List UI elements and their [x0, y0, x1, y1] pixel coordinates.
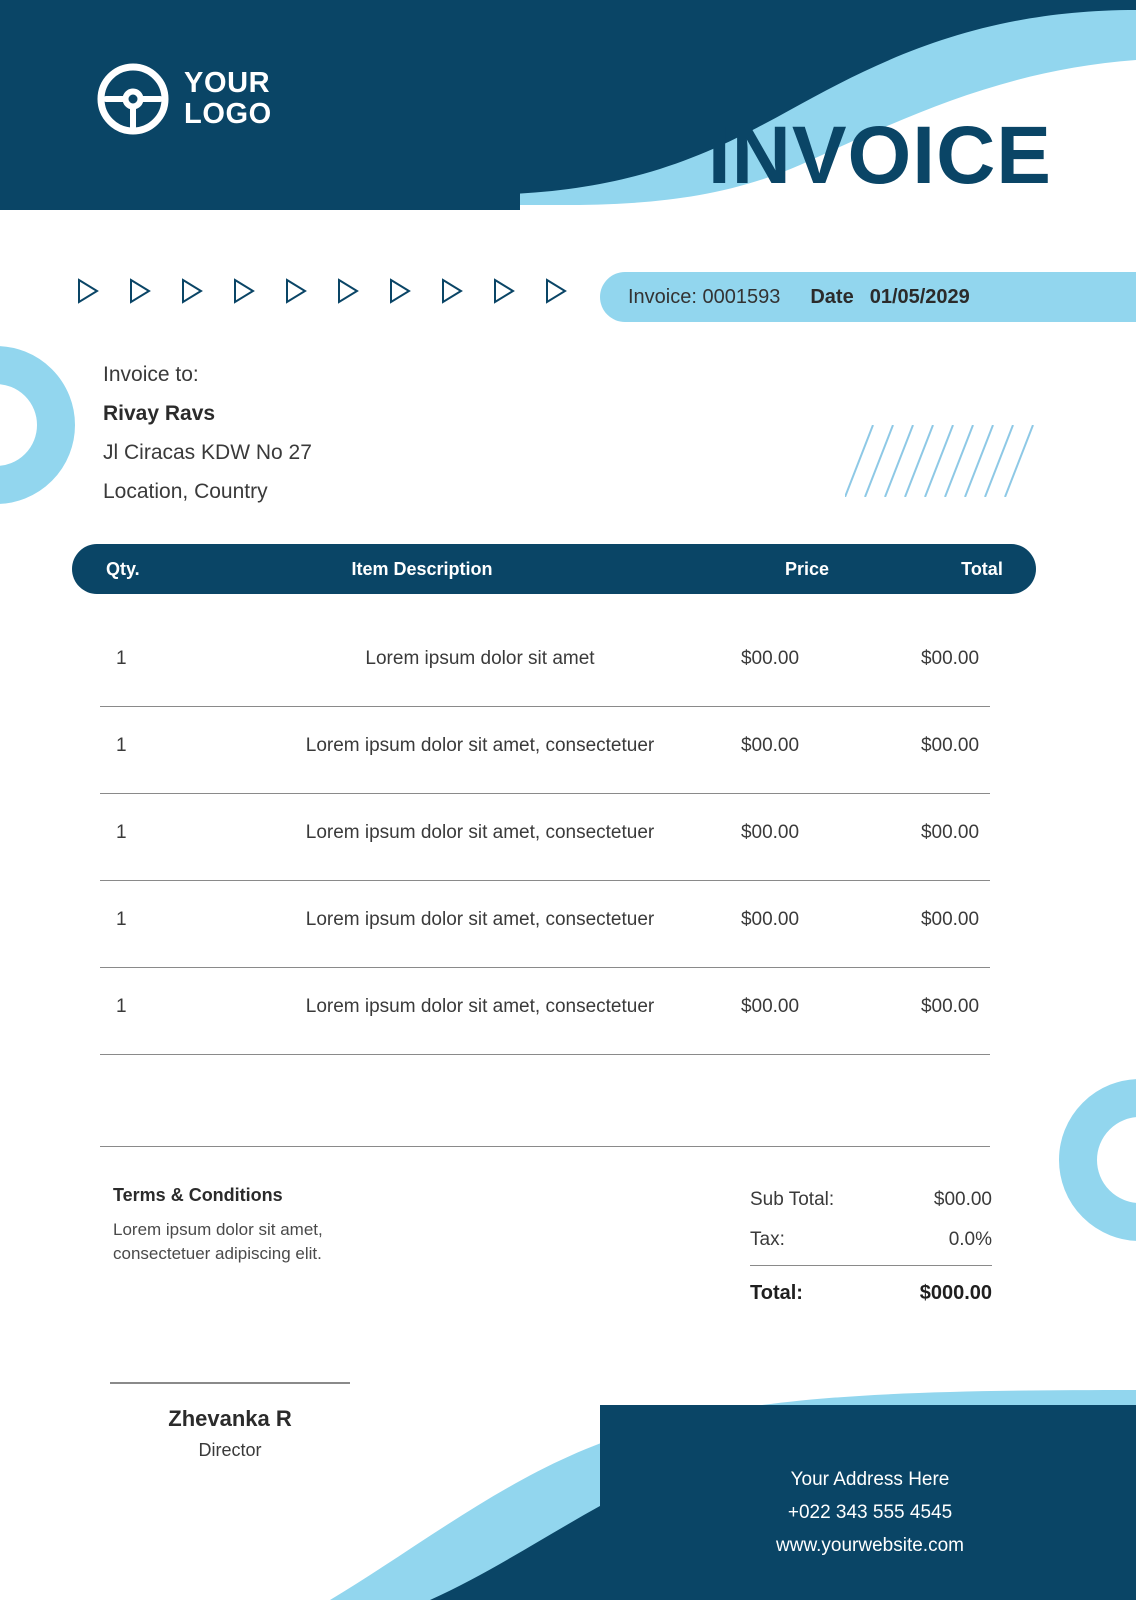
page-title: INVOICE — [707, 110, 1052, 201]
bill-to-address-2: Location, Country — [103, 480, 268, 503]
cell-price: $00.00 — [740, 909, 800, 930]
bill-to-address-1: Jl Ciracas KDW No 27 — [103, 441, 312, 464]
donut-ring-icon-left — [0, 346, 75, 504]
footer-phone: +022 343 555 4545 — [787, 1502, 953, 1523]
donut-ring-icon-right — [1059, 1079, 1136, 1241]
column-header-total: Total — [961, 559, 1003, 579]
cell-total: $00.00 — [920, 822, 980, 843]
bill-to-name: Rivay Ravs — [103, 402, 216, 425]
play-triangle-icon — [546, 278, 567, 304]
logo-line-2: LOGO — [184, 98, 272, 130]
subtotal-row: Sub Total: $00.00 — [750, 1185, 992, 1225]
invoice-page: YOUR LOGO INVOICE Invoice: 0001593 Date … — [0, 0, 1136, 1600]
terms-title: Terms & Conditions — [113, 1185, 283, 1205]
logo-text: YOUR LOGO — [184, 68, 272, 130]
table-row: 1 Lorem ipsum dolor sit amet, consectetu… — [100, 794, 990, 881]
subtotal-value: $00.00 — [933, 1189, 992, 1210]
tax-row: Tax: 0.0% — [750, 1225, 992, 1265]
logo: YOUR LOGO — [96, 62, 272, 136]
tax-label: Tax: — [750, 1229, 785, 1250]
cell-qty: 1 — [116, 648, 127, 669]
cell-qty: 1 — [116, 909, 127, 930]
date-label: Date — [810, 285, 854, 308]
column-header-description: Item Description — [351, 559, 493, 579]
table-header: Qty. Item Description Price Total — [72, 544, 1036, 594]
table-row: 1 Lorem ipsum dolor sit amet, consectetu… — [100, 968, 990, 1055]
steering-wheel-icon — [97, 63, 169, 135]
footer-website[interactable]: www.yourwebsite.com — [670, 1529, 1070, 1562]
footer-address: Your Address Here — [790, 1469, 950, 1490]
play-triangle-icon — [494, 278, 515, 304]
grand-total-row: Total: $000.00 — [750, 1265, 992, 1319]
table-body: 1 Lorem ipsum dolor sit amet $00.00 $00.… — [100, 620, 990, 1147]
table-row: 1 Lorem ipsum dolor sit amet, consectetu… — [100, 707, 990, 794]
table-row: 1 Lorem ipsum dolor sit amet, consectetu… — [100, 881, 990, 968]
play-triangle-icon — [182, 278, 203, 304]
cell-total: $00.00 — [920, 909, 980, 930]
bill-to-heading: Invoice to: — [103, 363, 199, 386]
invoice-meta-banner: Invoice: 0001593 Date 01/05/2029 — [600, 272, 1136, 322]
bill-to-block: Invoice to: Rivay Ravs Jl Ciracas KDW No… — [103, 355, 312, 511]
footer-contact: Your Address Here +022 343 555 4545 www.… — [670, 1463, 1070, 1562]
grand-total-value: $000.00 — [919, 1282, 992, 1304]
play-triangle-icon — [130, 278, 151, 304]
tax-value: 0.0% — [948, 1229, 992, 1250]
terms-line-1: Lorem ipsum dolor sit amet, — [113, 1220, 323, 1239]
terms-and-conditions: Terms & Conditions Lorem ipsum dolor sit… — [113, 1185, 593, 1266]
cell-total: $00.00 — [920, 648, 980, 669]
date-value: 01/05/2029 — [869, 285, 970, 308]
terms-line-2: consectetuer adipiscing elit. — [113, 1244, 322, 1263]
cell-qty: 1 — [116, 822, 127, 843]
table-empty-row — [100, 1055, 990, 1147]
play-triangle-icon — [234, 278, 255, 304]
grand-total-label: Total: — [750, 1282, 803, 1304]
logo-line-1: YOUR — [184, 67, 271, 99]
play-triangle-icon — [286, 278, 307, 304]
play-triangle-icon — [442, 278, 463, 304]
cell-total: $00.00 — [920, 996, 980, 1017]
play-triangle-icon — [338, 278, 359, 304]
table-row: 1 Lorem ipsum dolor sit amet $00.00 $00.… — [100, 620, 990, 707]
triangle-decoration-row — [76, 278, 568, 304]
invoice-number: Invoice: 0001593 — [628, 285, 781, 308]
cell-qty: 1 — [116, 996, 127, 1017]
invoice-date-group: Date 01/05/2029 — [810, 286, 969, 309]
play-triangle-icon — [390, 278, 411, 304]
cell-qty: 1 — [116, 735, 127, 756]
cell-price: $00.00 — [740, 822, 800, 843]
diagonal-stripes-icon — [845, 425, 1034, 497]
cell-price: $00.00 — [740, 735, 800, 756]
cell-price: $00.00 — [740, 996, 800, 1017]
play-triangle-icon — [78, 278, 99, 304]
cell-total: $00.00 — [920, 735, 980, 756]
totals-block: Sub Total: $00.00 Tax: 0.0% Total: $000.… — [750, 1185, 992, 1319]
cell-price: $00.00 — [740, 648, 800, 669]
subtotal-label: Sub Total: — [750, 1189, 835, 1210]
footer-banner: Your Address Here +022 343 555 4545 www.… — [0, 1370, 1136, 1600]
